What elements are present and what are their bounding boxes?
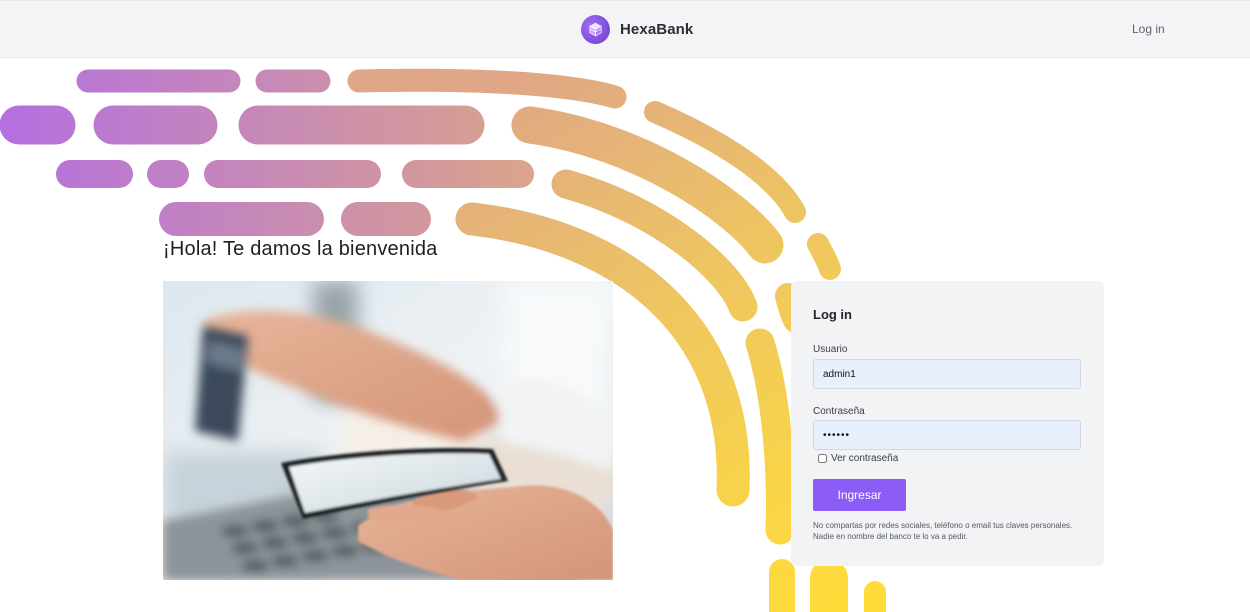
cube-icon bbox=[581, 15, 610, 44]
pill-rows bbox=[0, 69, 534, 236]
top-navbar: HexaBank Log in bbox=[0, 0, 1250, 58]
security-disclaimer: No compartas por redes sociales, teléfon… bbox=[813, 521, 1073, 541]
show-password-toggle[interactable]: Ver contraseña bbox=[818, 453, 898, 464]
page-title: ¡Hola! Te damos la bienvenida bbox=[163, 238, 438, 260]
password-input[interactable] bbox=[813, 420, 1081, 450]
login-card-title: Log in bbox=[813, 307, 852, 322]
password-label: Contraseña bbox=[813, 406, 865, 417]
brand-name: HexaBank bbox=[620, 21, 694, 38]
username-input[interactable] bbox=[813, 359, 1081, 389]
show-password-checkbox[interactable] bbox=[818, 454, 827, 463]
username-label: Usuario bbox=[813, 344, 848, 355]
login-card: Log in Usuario Contraseña Ver contraseña… bbox=[791, 281, 1104, 566]
submit-button[interactable]: Ingresar bbox=[813, 479, 906, 511]
nav-login-link[interactable]: Log in bbox=[1132, 22, 1165, 36]
show-password-label: Ver contraseña bbox=[831, 453, 899, 464]
hero-image bbox=[163, 281, 613, 580]
brand[interactable]: HexaBank bbox=[581, 15, 693, 44]
